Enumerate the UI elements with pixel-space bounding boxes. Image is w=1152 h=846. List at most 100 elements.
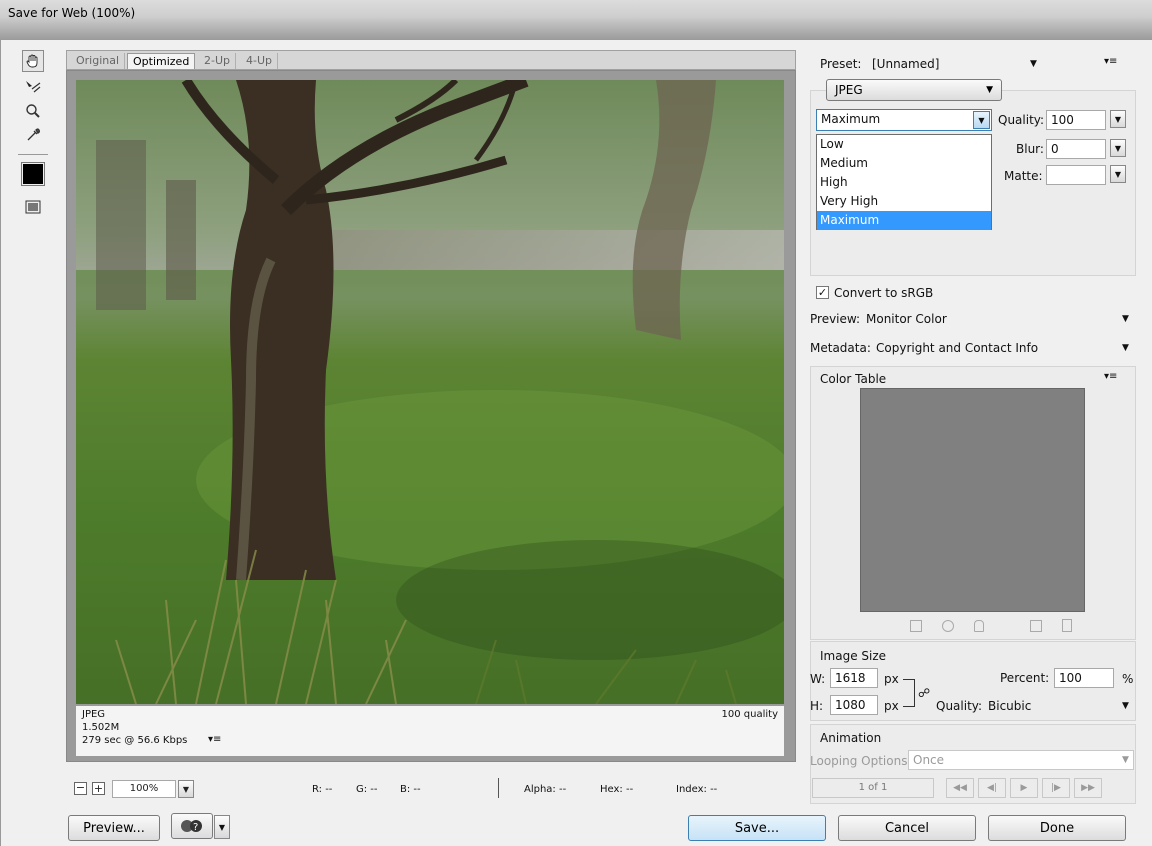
readout-alpha: Alpha: -- (524, 784, 567, 795)
zoom-out-button[interactable]: − (74, 782, 87, 795)
width-unit: px (884, 672, 899, 686)
compression-select[interactable]: Maximum (816, 109, 992, 131)
toggle-slices-icon[interactable] (22, 196, 44, 218)
metadata-dropdown-icon[interactable]: ▼ (1122, 343, 1129, 353)
tab-original[interactable]: Original (71, 53, 126, 69)
width-field[interactable]: 1618 (830, 668, 878, 688)
preview-mode-dropdown-icon[interactable]: ▼ (1122, 314, 1129, 324)
preview-button[interactable]: Preview... (68, 815, 160, 841)
blur-label: Blur: (1016, 142, 1044, 156)
new-color-icon[interactable] (1030, 620, 1042, 632)
percent-unit: % (1122, 672, 1134, 686)
save-button[interactable]: Save... (688, 815, 826, 841)
compression-option-maximum[interactable]: Maximum (817, 211, 991, 230)
convert-srgb-checkbox[interactable]: ✓ (816, 286, 829, 299)
width-label: W: (810, 672, 826, 686)
matte-label: Matte: (1004, 169, 1043, 183)
quality-label: Quality: (998, 113, 1045, 127)
percent-label: Percent: (1000, 671, 1050, 685)
browser-preview-icon[interactable]: ? (171, 813, 213, 839)
chain-link-icon[interactable]: ☍ (918, 686, 930, 700)
zoom-dropdown-button[interactable]: ▼ (178, 780, 194, 798)
last-frame-icon[interactable]: ▶▶ (1074, 778, 1102, 798)
eyedropper-tool-icon[interactable] (22, 124, 44, 146)
resample-quality-label: Quality: (936, 699, 983, 713)
compression-option-medium[interactable]: Medium (817, 154, 991, 173)
preset-label: Preset: (820, 57, 862, 71)
readout-hex: Hex: -- (600, 784, 634, 795)
readout-index: Index: -- (676, 784, 718, 795)
preview-image[interactable] (76, 80, 784, 704)
compression-option-very-high[interactable]: Very High (817, 192, 991, 211)
info-format: JPEG (82, 709, 106, 720)
zoom-in-button[interactable]: + (92, 782, 105, 795)
readout-g: G: -- (356, 784, 378, 795)
format-value: JPEG (835, 83, 863, 97)
next-frame-icon[interactable]: |▶ (1042, 778, 1070, 798)
height-field[interactable]: 1080 (830, 695, 878, 715)
status-bar: − + 100% ▼ R: -- G: -- B: -- Alpha: -- H… (66, 778, 796, 802)
resample-quality-dropdown-icon[interactable]: ▼ (1122, 701, 1129, 711)
view-tabs: Original Optimized 2-Up 4-Up (66, 50, 796, 70)
preset-menu-icon[interactable]: ▾≡ (1104, 56, 1117, 67)
compression-option-high[interactable]: High (817, 173, 991, 192)
zoom-level-field[interactable]: 100% (112, 780, 176, 798)
optimization-info: JPEG 1.502M 279 sec @ 56.6 Kbps ▾≡ 100 q… (76, 706, 784, 756)
frame-counter: 1 of 1 (812, 778, 934, 798)
window-title: Save for Web (100%) (8, 6, 136, 20)
metadata-label: Metadata: (810, 341, 871, 355)
resample-quality-select[interactable]: Bicubic (988, 699, 1031, 713)
title-bar (0, 0, 1152, 40)
play-icon[interactable]: ▶ (1010, 778, 1038, 798)
map-color-icon[interactable] (910, 620, 922, 632)
delete-color-icon[interactable] (1062, 619, 1072, 632)
compression-option-low[interactable]: Low (817, 135, 991, 154)
matte-dropdown-icon[interactable]: ▼ (1110, 165, 1126, 183)
percent-field[interactable]: 100 (1054, 668, 1114, 688)
constrain-bracket (903, 679, 915, 707)
eyedropper-color-swatch[interactable] (21, 162, 45, 186)
preview-mode-label: Preview: (810, 312, 861, 326)
color-table-swatches[interactable] (860, 388, 1085, 612)
quality-dropdown-icon[interactable]: ▼ (1110, 110, 1126, 128)
preset-dropdown-icon[interactable]: ▼ (1030, 59, 1037, 69)
tab-optimized[interactable]: Optimized (127, 53, 196, 69)
quality-field[interactable]: 100 (1046, 110, 1106, 130)
first-frame-icon[interactable]: ◀◀ (946, 778, 974, 798)
preset-select[interactable]: [Unnamed] (872, 57, 939, 71)
looping-select[interactable]: Once (908, 750, 1134, 770)
compression-dropdown-icon[interactable]: ▼ (973, 111, 990, 129)
blur-dropdown-icon[interactable]: ▼ (1110, 139, 1126, 157)
tool-bar (16, 50, 50, 230)
format-select[interactable]: JPEG ▼ (826, 79, 1002, 101)
zoom-tool-icon[interactable] (22, 100, 44, 122)
hand-tool-icon[interactable] (22, 50, 44, 72)
cancel-button[interactable]: Cancel (838, 815, 976, 841)
preview-mode-select[interactable]: Monitor Color (866, 312, 947, 326)
blur-field[interactable]: 0 (1046, 139, 1106, 159)
readout-r: R: -- (312, 784, 333, 795)
lock-color-icon[interactable] (974, 620, 984, 632)
looping-label: Looping Options: (810, 754, 912, 768)
tab-4-up[interactable]: 4-Up (241, 53, 279, 69)
looping-dropdown-icon[interactable]: ▼ (1122, 755, 1129, 765)
previous-frame-icon[interactable]: ◀| (978, 778, 1006, 798)
done-button[interactable]: Done (988, 815, 1126, 841)
convert-srgb-label: Convert to sRGB (834, 286, 934, 300)
color-table-menu-icon[interactable]: ▾≡ (1104, 371, 1117, 382)
matte-field[interactable] (1046, 165, 1106, 185)
info-quality: 100 quality (721, 709, 778, 720)
info-download-time: 279 sec @ 56.6 Kbps (82, 735, 188, 746)
readout-b: B: -- (400, 784, 421, 795)
info-menu-icon[interactable]: ▾≡ (208, 734, 221, 745)
browser-dropdown-button[interactable]: ▼ (214, 815, 230, 839)
metadata-select[interactable]: Copyright and Contact Info (876, 341, 1038, 355)
color-table-label: Color Table (820, 372, 887, 386)
web-shift-icon[interactable] (942, 620, 954, 632)
height-label: H: (810, 699, 824, 713)
animation-label: Animation (820, 731, 882, 745)
slice-select-tool-icon[interactable] (22, 76, 44, 98)
tab-2-up[interactable]: 2-Up (199, 53, 237, 69)
compression-options-list: Low Medium High Very High Maximum (816, 134, 992, 230)
image-size-label: Image Size (820, 649, 887, 663)
